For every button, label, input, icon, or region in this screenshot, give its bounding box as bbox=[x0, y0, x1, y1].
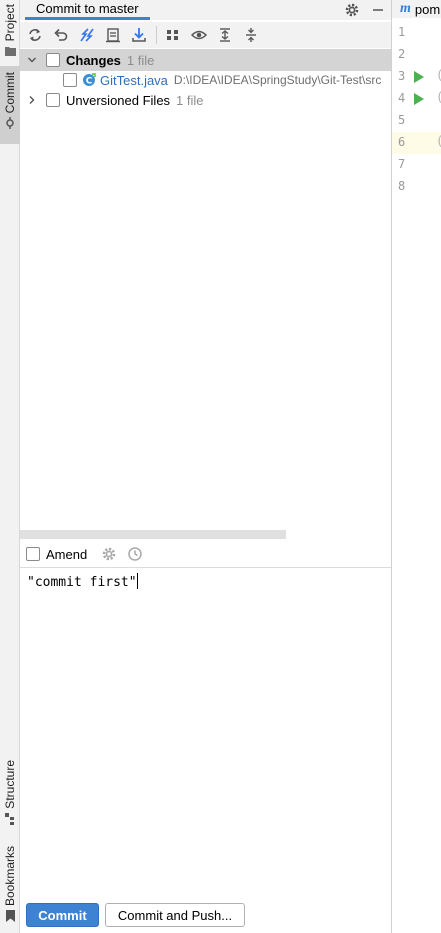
line-number: 6 bbox=[398, 135, 406, 149]
shelve-icon[interactable] bbox=[104, 26, 122, 44]
gutter-line: 1 bbox=[392, 22, 441, 44]
project-tab-label: Project bbox=[3, 4, 17, 42]
line-number: 7 bbox=[398, 157, 406, 171]
commit-button[interactable]: Commit bbox=[26, 903, 99, 927]
text-caret bbox=[136, 573, 138, 589]
expand-all-icon[interactable] bbox=[216, 26, 234, 44]
minimize-icon[interactable] bbox=[370, 2, 386, 18]
line-number: 8 bbox=[398, 179, 406, 193]
commit-message-editor[interactable]: "commit first" bbox=[27, 573, 138, 590]
commit-tab-label: Commit bbox=[3, 72, 17, 114]
amend-checkbox[interactable] bbox=[26, 547, 40, 561]
line-number: 3 bbox=[398, 69, 406, 83]
unversioned-label: Unversioned Files bbox=[66, 92, 171, 108]
gutter-line: 6 ( bbox=[392, 132, 441, 154]
rollback-icon[interactable] bbox=[52, 26, 70, 44]
show-icon[interactable] bbox=[190, 26, 208, 44]
refresh-icon[interactable] bbox=[26, 26, 44, 44]
commit-toolbar bbox=[20, 22, 392, 48]
structure-icon bbox=[4, 812, 16, 825]
toolbar-separator bbox=[156, 26, 157, 44]
line-number: 2 bbox=[398, 47, 406, 61]
commit-options-gear-icon[interactable] bbox=[101, 546, 117, 562]
amend-row: Amend bbox=[20, 541, 392, 567]
folder-icon bbox=[4, 45, 16, 57]
changes-count: 1 file bbox=[126, 52, 155, 68]
left-tool-stripe: Project Commit Structure Bookmarks bbox=[0, 0, 20, 933]
line-number: 1 bbox=[398, 25, 406, 39]
editor-tab-pom[interactable]: m pom.xml bbox=[392, 0, 441, 18]
line-number: 5 bbox=[398, 113, 406, 127]
commit-message-area[interactable]: "commit first" bbox=[20, 567, 392, 897]
svg-text:C: C bbox=[86, 77, 93, 87]
gear-icon[interactable] bbox=[344, 2, 360, 18]
unversioned-group-row[interactable]: Unversioned Files 1 file bbox=[20, 89, 392, 111]
line-number: 4 bbox=[398, 91, 406, 105]
file-checkbox[interactable] bbox=[63, 73, 77, 87]
fold-icon[interactable]: ( bbox=[436, 68, 441, 82]
horizontal-scrollbar[interactable] bbox=[20, 530, 286, 539]
editor-area: m pom.xml 1 2 3 ( 4 ( 5 6 ( 7 8 bbox=[392, 0, 441, 933]
file-name: GitTest.java bbox=[100, 72, 168, 88]
fold-icon[interactable]: ( bbox=[436, 90, 441, 104]
bookmarks-tab-label: Bookmarks bbox=[3, 846, 17, 907]
bookmarks-tool-tab[interactable]: Bookmarks bbox=[0, 842, 20, 924]
diff-icon[interactable] bbox=[78, 26, 96, 44]
file-path: D:\IDEA\IDEA\SpringStudy\Git-Test\src bbox=[173, 73, 382, 87]
maven-file-icon: m bbox=[400, 1, 411, 16]
editor-tab-label: pom.xml bbox=[414, 1, 441, 17]
changes-group-row[interactable]: Changes 1 file bbox=[20, 49, 392, 71]
commit-tool-tab[interactable]: Commit bbox=[0, 66, 20, 144]
update-icon[interactable] bbox=[130, 26, 148, 44]
gutter-line: 5 bbox=[392, 110, 441, 132]
gutter-line: 3 ( bbox=[392, 66, 441, 88]
gutter-line: 2 bbox=[392, 44, 441, 66]
changes-checkbox[interactable] bbox=[46, 53, 60, 67]
commit-panel-title[interactable]: Commit to master bbox=[25, 0, 150, 20]
chevron-down-icon[interactable] bbox=[26, 54, 38, 66]
structure-tool-tab[interactable]: Structure bbox=[0, 756, 20, 826]
amend-label[interactable]: Amend bbox=[46, 547, 87, 562]
project-tool-tab[interactable]: Project bbox=[0, 0, 20, 60]
commit-and-push-button[interactable]: Commit and Push... bbox=[105, 903, 245, 927]
unversioned-count: 1 file bbox=[176, 92, 204, 108]
commit-icon bbox=[4, 117, 16, 130]
structure-tab-label: Structure bbox=[3, 760, 17, 809]
bookmark-icon bbox=[4, 910, 16, 923]
java-class-icon: C bbox=[82, 73, 96, 87]
chevron-right-icon[interactable] bbox=[26, 94, 38, 106]
changes-tree: Changes 1 file C GitTest.java D:\IDEA\ID… bbox=[20, 48, 392, 528]
fold-icon[interactable]: ( bbox=[436, 134, 441, 148]
run-icon[interactable] bbox=[414, 71, 424, 86]
group-by-icon[interactable] bbox=[164, 26, 182, 44]
run-icon[interactable] bbox=[414, 93, 424, 108]
changes-label: Changes bbox=[66, 52, 121, 68]
clock-icon[interactable] bbox=[127, 546, 143, 562]
gutter-line: 4 ( bbox=[392, 88, 441, 110]
gutter-line: 8 bbox=[392, 176, 441, 198]
gutter-line: 7 bbox=[392, 154, 441, 176]
unversioned-checkbox[interactable] bbox=[46, 93, 60, 107]
commit-message-text: "commit first" bbox=[27, 575, 137, 590]
commit-panel-header: Commit to master bbox=[20, 0, 392, 20]
collapse-all-icon[interactable] bbox=[242, 26, 260, 44]
file-row-gittest[interactable]: C GitTest.java D:\IDEA\IDEA\SpringStudy\… bbox=[20, 69, 392, 91]
